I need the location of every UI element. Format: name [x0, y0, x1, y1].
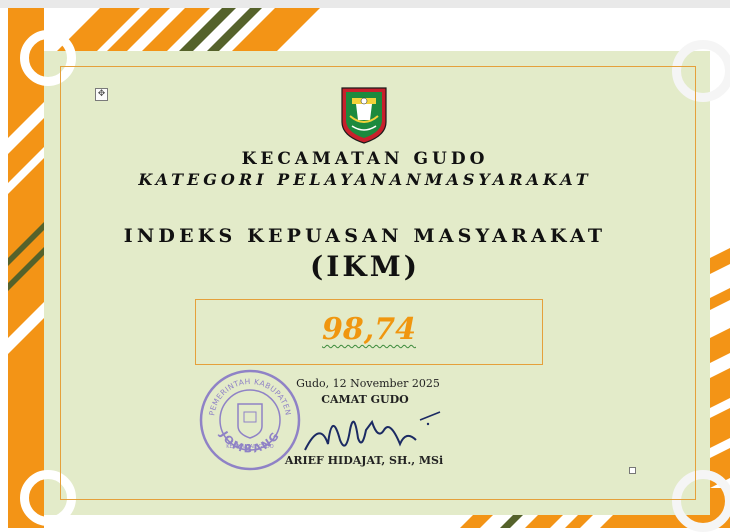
official-name-text: ARIEF HIDAJAT, SH., MSi	[284, 454, 444, 467]
score-box: 98,74	[195, 299, 543, 365]
resize-handle[interactable]	[629, 467, 636, 474]
score-value: 98,74	[322, 312, 416, 347]
svg-text:JOMBANG: JOMBANG	[217, 428, 283, 456]
index-abbreviation: (IKM)	[310, 250, 420, 283]
svg-text:KECAMATAN GUDO: KECAMATAN GUDO	[226, 444, 273, 450]
jombang-regency-emblem-icon	[341, 87, 387, 144]
document-top-bar	[0, 0, 730, 8]
place-and-date: Gudo, 12 November 2025	[296, 377, 440, 390]
district-title: KECAMATAN GUDO	[241, 149, 489, 169]
move-handle-icon[interactable]: ✥	[95, 88, 108, 101]
category-subtitle: KATEGORI PELAYANANMASYARAKAT	[138, 170, 592, 189]
official-name: ARIEF HIDAJAT, SH., MSi	[0, 454, 729, 467]
handwritten-signature	[304, 411, 441, 451]
index-title: INDEKS KEPUASAN MASYARAKAT	[123, 225, 607, 247]
